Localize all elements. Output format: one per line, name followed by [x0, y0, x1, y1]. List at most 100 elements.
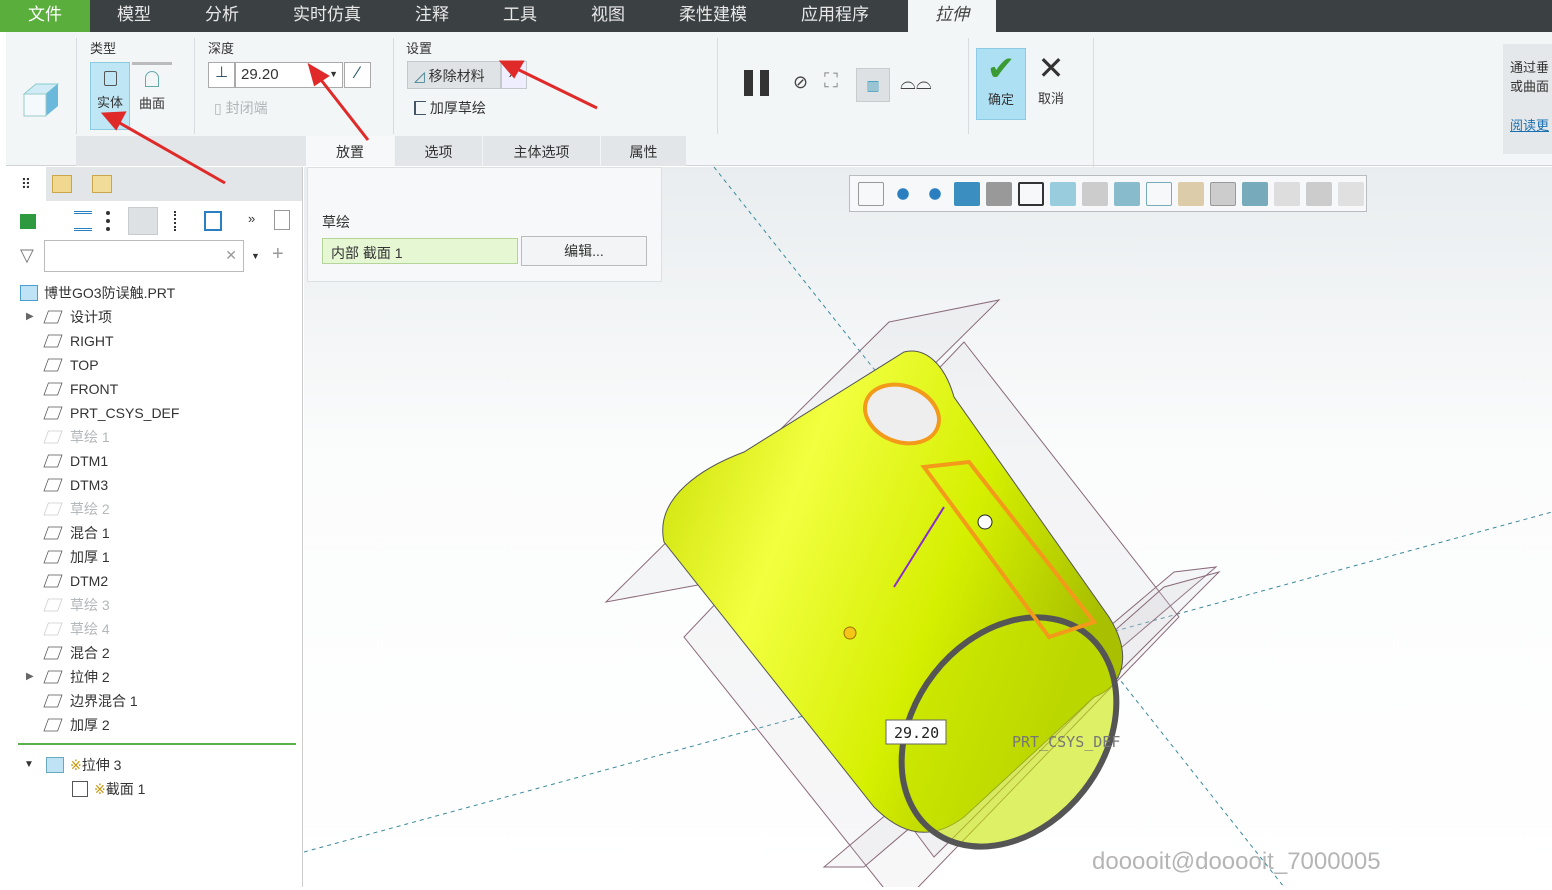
- pause-icon[interactable]: [1306, 181, 1332, 206]
- menu-tools[interactable]: 工具: [476, 0, 564, 32]
- tree-item[interactable]: TOP: [18, 353, 303, 377]
- spatial-icon[interactable]: [1274, 181, 1300, 206]
- tree-item[interactable]: 加厚 2: [18, 713, 303, 737]
- tree-item[interactable]: FRONT: [18, 377, 303, 401]
- tree-item[interactable]: ▶ 设计项: [18, 305, 303, 329]
- tree-item[interactable]: 加厚 1: [18, 545, 303, 569]
- tab-layers[interactable]: [52, 175, 72, 193]
- feature-subtabs: 放置 选项 主体选项 属性: [76, 136, 686, 166]
- glasses-preview-icon[interactable]: ⌓⌓: [900, 72, 932, 95]
- tree-columns-icon[interactable]: [128, 207, 158, 235]
- ok-button[interactable]: ✔ 确定: [976, 48, 1026, 120]
- tree-list-icon[interactable]: [74, 211, 92, 231]
- feature-icon: [43, 382, 63, 396]
- zoom-in-icon[interactable]: [890, 181, 916, 206]
- notes-icon[interactable]: [274, 210, 290, 230]
- tab-placement[interactable]: 放置: [306, 136, 394, 166]
- tree-search-input[interactable]: ✕: [44, 240, 244, 272]
- expand-icon[interactable]: ▶: [26, 305, 34, 329]
- menu-flexible-modeling[interactable]: 柔性建模: [652, 0, 774, 32]
- refit-icon[interactable]: [858, 181, 884, 206]
- surface-button[interactable]: 曲面: [132, 62, 172, 130]
- display-style-icon[interactable]: [986, 181, 1012, 206]
- tab-favorites[interactable]: [92, 175, 112, 193]
- chevron-down-icon[interactable]: ▼: [251, 251, 260, 261]
- tree-item[interactable]: 草绘 3: [18, 593, 303, 617]
- tree-item[interactable]: 边界混合 1: [18, 689, 303, 713]
- chevron-down-icon[interactable]: ▼: [329, 69, 338, 79]
- sketch-label: 草绘: [322, 214, 350, 230]
- tree-item[interactable]: 草绘 2: [18, 497, 303, 521]
- depth-type-button[interactable]: ⊥: [208, 62, 235, 88]
- close-icon: ✕: [1037, 50, 1065, 86]
- sketch-collector[interactable]: 内部 截面 1: [322, 238, 518, 264]
- clear-icon[interactable]: ✕: [225, 247, 237, 264]
- collapse-icon[interactable]: ▼: [24, 753, 34, 777]
- menu-simulation[interactable]: 实时仿真: [266, 0, 388, 32]
- repaint-icon[interactable]: [954, 181, 980, 206]
- tab-model-tree[interactable]: ⠿: [6, 167, 46, 201]
- tree-item[interactable]: DTM2: [18, 569, 303, 593]
- tree-item[interactable]: ▶ 拉伸 2: [18, 665, 303, 689]
- menu-file[interactable]: 文件: [0, 0, 90, 32]
- menu-view[interactable]: 视图: [564, 0, 652, 32]
- saved-views-icon[interactable]: [1018, 181, 1044, 206]
- tree-item-section[interactable]: ※截面 1: [18, 777, 303, 801]
- navigator-tabs: ⠿: [6, 167, 302, 201]
- view-toolbar: [849, 175, 1367, 212]
- menu-annotate[interactable]: 注释: [388, 0, 476, 32]
- more-icon[interactable]: »: [248, 211, 255, 226]
- tree-item[interactable]: 混合 1: [18, 521, 303, 545]
- cancel-button[interactable]: ✕ 取消: [1028, 48, 1074, 120]
- drag-handle[interactable]: [843, 626, 857, 640]
- menu-extrude[interactable]: 拉伸: [908, 0, 996, 32]
- pause-button[interactable]: [744, 70, 774, 98]
- menu-model[interactable]: 模型: [90, 0, 178, 32]
- read-more-link[interactable]: 阅读更: [1510, 116, 1552, 135]
- add-icon[interactable]: +: [272, 243, 284, 266]
- menu-analysis[interactable]: 分析: [178, 0, 266, 32]
- mesh-preview-button[interactable]: ⛶: [824, 70, 838, 93]
- feature-icon: [43, 358, 63, 372]
- tree-root[interactable]: 博世GO3防误触.PRT: [18, 281, 303, 305]
- datum-planes-icon[interactable]: [1146, 181, 1172, 206]
- edit-sketch-button[interactable]: 编辑...: [521, 236, 647, 266]
- solid-body-icon[interactable]: [20, 214, 36, 229]
- tab-body-options[interactable]: 主体选项: [482, 136, 600, 166]
- tree-settings-icon[interactable]: [204, 211, 222, 231]
- depth-dimension[interactable]: 29.20: [894, 724, 939, 742]
- annotation-display-icon[interactable]: [1210, 181, 1236, 206]
- perspective-icon[interactable]: [1082, 181, 1108, 206]
- part-icon: [20, 285, 38, 301]
- zoom-out-icon[interactable]: [922, 181, 948, 206]
- view-manager-icon[interactable]: [1050, 181, 1076, 206]
- section-icon[interactable]: [1114, 181, 1140, 206]
- extra-icon[interactable]: [1338, 181, 1364, 206]
- tree-filter-icon[interactable]: [174, 211, 192, 231]
- solid-button[interactable]: 实体: [90, 62, 130, 130]
- thicken-sketch-checkbox[interactable]: 加厚草绘: [414, 98, 486, 118]
- tree-item[interactable]: 草绘 1: [18, 425, 303, 449]
- depth-input[interactable]: 29.20 ▼: [235, 62, 343, 88]
- flip-direction-button[interactable]: ⁄: [344, 62, 371, 88]
- no-preview-button[interactable]: ⊘: [793, 72, 808, 93]
- tree-expand-icon[interactable]: [106, 211, 118, 231]
- tree-item[interactable]: 草绘 4: [18, 617, 303, 641]
- tree-item[interactable]: RIGHT: [18, 329, 303, 353]
- datum-points-icon[interactable]: [1178, 181, 1204, 206]
- tree-item[interactable]: PRT_CSYS_DEF: [18, 401, 303, 425]
- capped-ends-checkbox[interactable]: ▯ 封闭端: [214, 98, 268, 118]
- remove-material-button[interactable]: ◿ 移除材料: [407, 61, 501, 89]
- tab-properties[interactable]: 属性: [600, 136, 686, 166]
- flip-material-button[interactable]: ⁄: [501, 61, 527, 89]
- tree-item-current[interactable]: ▼ ※拉伸 3: [18, 753, 303, 777]
- insert-indicator[interactable]: [18, 743, 296, 745]
- menu-applications[interactable]: 应用程序: [774, 0, 896, 32]
- tree-item[interactable]: 混合 2: [18, 641, 303, 665]
- spin-center-icon[interactable]: [1242, 181, 1268, 206]
- expand-icon[interactable]: ▶: [26, 665, 34, 689]
- solid-preview-button[interactable]: ▥: [856, 68, 890, 102]
- tree-item[interactable]: DTM1: [18, 449, 303, 473]
- tab-options[interactable]: 选项: [394, 136, 482, 166]
- tree-item[interactable]: DTM3: [18, 473, 303, 497]
